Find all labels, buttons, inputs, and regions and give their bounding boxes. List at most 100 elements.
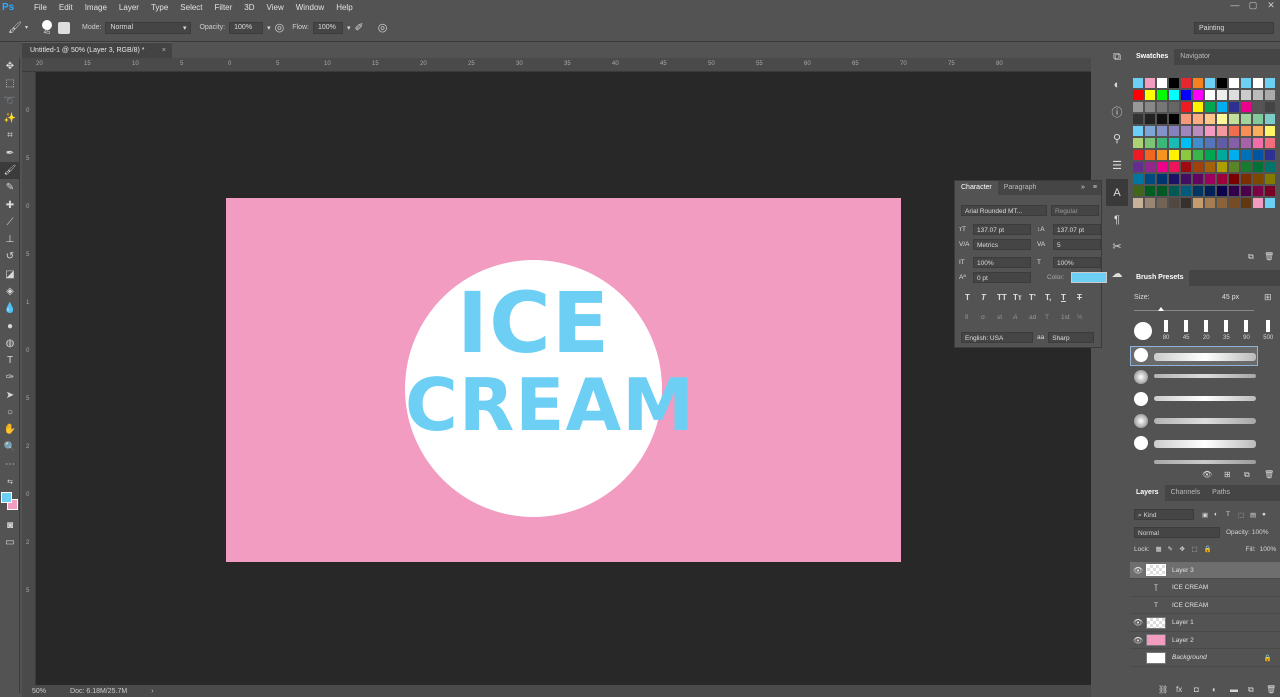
color-swatch[interactable]	[1264, 77, 1276, 89]
clone-stamp-tool-icon[interactable]: ⊥	[0, 231, 20, 248]
color-swatch[interactable]	[1252, 77, 1264, 89]
color-swatch[interactable]	[1180, 113, 1192, 125]
color-swatch[interactable]	[1132, 185, 1144, 197]
color-swatch[interactable]	[1180, 77, 1192, 89]
tracking-select[interactable]: 5	[1053, 239, 1101, 250]
pressure-opacity-icon[interactable]: ◎	[275, 21, 285, 34]
color-swatch[interactable]	[1168, 149, 1180, 161]
color-swatch[interactable]	[1156, 101, 1168, 113]
color-swatch[interactable]	[1144, 185, 1156, 197]
panel-menu-icon[interactable]: ≡	[1089, 181, 1101, 195]
fractions-button[interactable]: ½	[1077, 314, 1093, 321]
chevron-down-icon[interactable]: ▾	[347, 24, 351, 32]
brush-size-slider-handle[interactable]	[1158, 307, 1164, 311]
tab-swatches[interactable]: Swatches	[1130, 49, 1175, 65]
mode-select[interactable]: Normal ▾	[105, 21, 192, 34]
color-swatch[interactable]	[1228, 173, 1240, 185]
opacity-input[interactable]: 100%	[229, 21, 264, 34]
crop-tool-icon[interactable]: ⌗	[0, 127, 20, 144]
create-brush-icon[interactable]: ⊞	[1264, 292, 1272, 303]
quick-mask-icon[interactable]: ◙	[0, 516, 20, 533]
color-swatch[interactable]	[1228, 101, 1240, 113]
menu-select[interactable]: Select	[174, 3, 208, 12]
color-swatch[interactable]	[1252, 185, 1264, 197]
filter-pixel-icon[interactable]: ▣	[1202, 511, 1214, 519]
color-swatch[interactable]	[1144, 101, 1156, 113]
blur-tool-icon[interactable]: 💧	[0, 300, 20, 317]
layer-row-layer-1[interactable]: 👁 Layer 1	[1130, 615, 1280, 632]
minimize-button[interactable]: —	[1226, 0, 1244, 11]
color-swatch[interactable]	[1252, 137, 1264, 149]
layer-filter-select[interactable]: ⌕ Kind	[1134, 509, 1194, 520]
visibility-eye-icon[interactable]: 👁	[1130, 618, 1146, 627]
color-swatch[interactable]	[1240, 149, 1252, 161]
color-swatch[interactable]	[1144, 113, 1156, 125]
color-swatch[interactable]	[1156, 89, 1168, 101]
brush-panel-toggle[interactable]	[57, 21, 70, 34]
color-swatch[interactable]	[1192, 137, 1204, 149]
mixer-brush-tool-icon[interactable]: ⟋	[0, 214, 20, 231]
color-swatch[interactable]	[1192, 149, 1204, 161]
color-swatch[interactable]	[1204, 113, 1216, 125]
zoom-level[interactable]: 50%	[32, 688, 46, 695]
color-swatch[interactable]	[1168, 101, 1180, 113]
color-swatch[interactable]	[1228, 113, 1240, 125]
history-panel-icon[interactable]: ⧉	[1106, 44, 1128, 71]
color-swatch[interactable]	[1252, 161, 1264, 173]
color-swatch[interactable]	[1264, 197, 1276, 209]
brush-tip[interactable]: 45	[1183, 320, 1190, 344]
color-swatch[interactable]	[1228, 125, 1240, 137]
faux-italic-button[interactable]: T	[981, 293, 997, 302]
link-layers-icon[interactable]: ⛓	[1158, 685, 1176, 695]
color-swatch[interactable]	[1180, 185, 1192, 197]
color-swatch[interactable]	[1192, 161, 1204, 173]
color-swatch[interactable]	[1144, 125, 1156, 137]
old-style-button[interactable]: σ	[981, 314, 997, 321]
brush-presets-title[interactable]: Brush Presets	[1130, 270, 1190, 286]
color-swatch[interactable]	[1144, 161, 1156, 173]
color-swatch[interactable]	[1252, 149, 1264, 161]
color-swatch[interactable]	[1204, 101, 1216, 113]
color-swatch[interactable]	[1132, 197, 1144, 209]
stylistic-alternates-button[interactable]: ad	[1029, 314, 1045, 321]
brush-options-icon[interactable]: ⊞	[1224, 470, 1231, 479]
color-swatch[interactable]	[1204, 77, 1216, 89]
new-brush-icon[interactable]: ⧉	[1244, 470, 1250, 480]
horizontal-scale-input[interactable]: 100%	[1053, 257, 1101, 268]
ordinals-button[interactable]: 1st	[1061, 314, 1077, 321]
color-swatch[interactable]	[1252, 113, 1264, 125]
swap-colors-icon[interactable]: ⇆	[0, 473, 20, 490]
brush-preset-stroke[interactable]	[1154, 440, 1256, 448]
color-swatch[interactable]	[1192, 185, 1204, 197]
color-swatch[interactable]	[1216, 125, 1228, 137]
vertical-scale-input[interactable]: 100%	[973, 257, 1031, 268]
color-swatch[interactable]	[1252, 101, 1264, 113]
layer-style-icon[interactable]: fx	[1176, 685, 1194, 695]
brush-preset-dot[interactable]	[1134, 436, 1148, 450]
maximize-button[interactable]: ▢	[1244, 0, 1262, 11]
color-swatch[interactable]	[1156, 77, 1168, 89]
eyedropper-tool-icon[interactable]: ✒	[0, 144, 20, 161]
brush-tip[interactable]: 90	[1243, 320, 1250, 344]
workspace-switcher[interactable]: Painting	[1194, 22, 1274, 34]
font-size-input[interactable]: 137.07 pt	[973, 224, 1031, 235]
more-tools-icon[interactable]: ⋯	[0, 456, 20, 473]
color-swatch[interactable]	[1264, 89, 1276, 101]
layer-row-background[interactable]: Background 🔒	[1130, 650, 1280, 667]
sponge-tool-icon[interactable]: ◍	[0, 335, 20, 352]
brush-preset-dot[interactable]	[1134, 370, 1148, 384]
color-swatch[interactable]	[1132, 125, 1144, 137]
color-swatch[interactable]	[1168, 125, 1180, 137]
lock-position-icon[interactable]: ✥	[1180, 545, 1192, 553]
color-swatch[interactable]	[1132, 173, 1144, 185]
font-style-select[interactable]: Regular	[1051, 205, 1099, 216]
filter-toggle-icon[interactable]: ●	[1262, 511, 1272, 518]
color-swatch[interactable]	[1264, 137, 1276, 149]
history-brush-tool-icon[interactable]: ↺	[0, 248, 20, 265]
color-swatch[interactable]	[1228, 149, 1240, 161]
screen-mode-icon[interactable]: ▭	[0, 534, 20, 551]
lock-image-icon[interactable]: ✎	[1168, 545, 1180, 553]
tools-preset-icon[interactable]: ✂	[1106, 233, 1128, 260]
color-swatch[interactable]	[1168, 185, 1180, 197]
brush-preset-stroke[interactable]	[1154, 396, 1256, 401]
